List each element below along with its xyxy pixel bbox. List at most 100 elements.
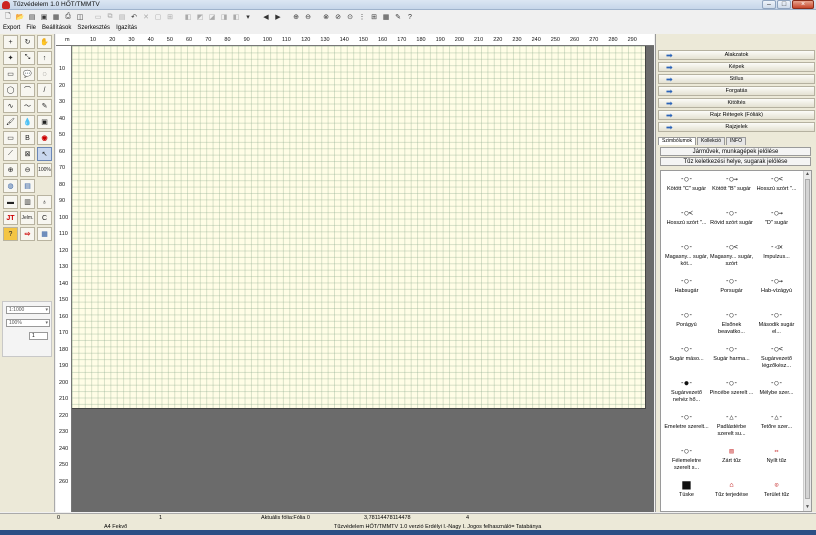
- table-icon[interactable]: ▦: [381, 12, 391, 22]
- delete-icon[interactable]: ✕: [141, 12, 151, 22]
- zoom-in-tool-icon[interactable]: ⊕: [3, 163, 18, 177]
- scroll-up-icon[interactable]: ▲: [804, 171, 811, 178]
- paste-icon[interactable]: ▤: [117, 12, 127, 22]
- snap-icon[interactable]: ⊞: [369, 12, 379, 22]
- category-header[interactable]: Járművek, munkagépek jelölése: [660, 147, 811, 156]
- jt-icon[interactable]: JT: [3, 211, 18, 225]
- symbol-item[interactable]: -△- Padlástérbe szerelt su...: [709, 411, 754, 445]
- number-field[interactable]: 1: [29, 332, 48, 340]
- grid-icon[interactable]: ⋮: [357, 12, 367, 22]
- c-button[interactable]: C: [37, 211, 52, 225]
- symbol-item[interactable]: -○- Második sugár el...: [754, 309, 799, 343]
- menu-edit[interactable]: Szerkesztés: [77, 24, 110, 33]
- zoom-page-icon[interactable]: ⊙: [345, 12, 355, 22]
- menu-settings[interactable]: Beállítások: [42, 24, 71, 33]
- panel-section[interactable]: ➡ Alakzatok: [658, 50, 815, 60]
- ellipse-callout-icon[interactable]: ◌: [37, 67, 52, 81]
- folder-icon[interactable]: ▤: [27, 12, 37, 22]
- settings-icon[interactable]: ✎: [393, 12, 403, 22]
- cut-icon[interactable]: ▭: [93, 12, 103, 22]
- symbol-item[interactable]: -○- Rövid szórt sugár: [709, 207, 754, 241]
- undo-icon[interactable]: ↶: [129, 12, 139, 22]
- symbol-item[interactable]: -○- Porsugár: [709, 275, 754, 309]
- symbol-item[interactable]: -○→ Hab-vízágyú: [754, 275, 799, 309]
- align-icon[interactable]: ▾: [243, 12, 253, 22]
- copy-icon[interactable]: ⧉: [105, 12, 115, 22]
- vehicle-icon[interactable]: ▬: [3, 195, 18, 209]
- help-icon[interactable]: ?: [405, 12, 415, 22]
- symbol-item[interactable]: -○- Emeletre szerelt...: [664, 411, 709, 445]
- image-icon[interactable]: ▣: [37, 115, 52, 129]
- picture-icon[interactable]: ▤: [20, 179, 35, 193]
- line-icon[interactable]: /: [37, 83, 52, 97]
- panel-section[interactable]: ➡ Stílus: [658, 74, 815, 84]
- symbol-item[interactable]: -○- Félemeletre szerelt s...: [664, 445, 709, 479]
- symbol-item[interactable]: -○- Porágyú: [664, 309, 709, 343]
- open-icon[interactable]: 📂: [15, 12, 25, 22]
- menu-align[interactable]: Igazítás: [116, 24, 137, 33]
- symbol-item[interactable]: ⇔ Nyílt tűz: [754, 445, 799, 479]
- scroll-thumb[interactable]: [805, 179, 810, 499]
- symbol-item[interactable]: -◁✕ Impulzus...: [754, 241, 799, 275]
- curve-icon[interactable]: ∿: [3, 99, 18, 113]
- zoom-area-icon[interactable]: ⊗: [321, 12, 331, 22]
- drawing-canvas[interactable]: [72, 46, 646, 409]
- save-icon[interactable]: ▣: [39, 12, 49, 22]
- print-icon[interactable]: ⎙: [63, 12, 73, 22]
- symbol-item[interactable]: ▨ Zárt tűz: [709, 445, 754, 479]
- zoom-select[interactable]: 100%: [6, 319, 50, 327]
- callout-icon[interactable]: 💬: [20, 67, 35, 81]
- flip-v-icon[interactable]: ◧: [231, 12, 241, 22]
- symbol-item[interactable]: -△- Tetőre szer...: [754, 411, 799, 445]
- arrow-up-icon[interactable]: ↑: [37, 51, 52, 65]
- symbol-item[interactable]: -○- Habsugár: [664, 275, 709, 309]
- menu-export[interactable]: Export: [3, 24, 20, 33]
- panel-section[interactable]: ➡ Forgatás: [658, 86, 815, 96]
- import-icon[interactable]: ◀: [261, 12, 271, 22]
- symbol-item[interactable]: ⌂ Tűz terjedése: [709, 479, 754, 513]
- zoom-out-icon[interactable]: ⊖: [303, 12, 313, 22]
- help-tool-icon[interactable]: ?: [3, 227, 18, 241]
- crosshair-icon[interactable]: +: [3, 35, 18, 49]
- building-icon[interactable]: ▥: [20, 195, 35, 209]
- bold-text-icon[interactable]: B: [20, 131, 35, 145]
- export-tool-icon[interactable]: ⇨: [20, 227, 35, 241]
- cross-box-icon[interactable]: ⊠: [20, 147, 35, 161]
- edit-node-icon[interactable]: ⤡: [20, 51, 35, 65]
- globe-icon[interactable]: ◍: [3, 179, 18, 193]
- scroll-down-icon[interactable]: ▼: [804, 504, 811, 511]
- brush-icon[interactable]: 🖌: [3, 115, 18, 129]
- symbol-item[interactable]: -○< Magasny... sugár, szórt: [709, 241, 754, 275]
- panel-section[interactable]: ➡ Képek: [658, 62, 815, 72]
- pointer-icon[interactable]: ↖: [37, 147, 52, 161]
- arc-icon[interactable]: ⌒: [20, 83, 35, 97]
- symbol-item[interactable]: -●- Sugárvezető nehéz hő...: [664, 377, 709, 411]
- ungroup-icon[interactable]: ◧: [183, 12, 193, 22]
- preview-icon[interactable]: ◫: [75, 12, 85, 22]
- flip-h-icon[interactable]: ◨: [219, 12, 229, 22]
- jelm-button[interactable]: Jelm.: [20, 211, 35, 225]
- symbol-item[interactable]: -○- Pincébe szerelt ...: [709, 377, 754, 411]
- menu-file[interactable]: File: [26, 24, 36, 33]
- rotate-icon[interactable]: ↻: [20, 35, 35, 49]
- tab-collection[interactable]: Kollekció: [697, 137, 726, 145]
- pan-hand-icon[interactable]: ✋: [37, 35, 52, 49]
- scale-select[interactable]: 1:1000: [6, 306, 50, 314]
- fill-bucket-icon[interactable]: ◉: [37, 131, 52, 145]
- subcategory-header[interactable]: Tűz keletkezési helye, sugarak jelölése: [660, 157, 811, 166]
- rectangle-icon[interactable]: ▭: [3, 67, 18, 81]
- symbol-item[interactable]: -○→ "D" sugár: [754, 207, 799, 241]
- symbol-item[interactable]: -○- Mélybe szer...: [754, 377, 799, 411]
- symbol-scrollbar[interactable]: ▲ ▼: [803, 171, 811, 511]
- symbol-item[interactable]: -○- Sugár máso...: [664, 343, 709, 377]
- freehand-icon[interactable]: 〜: [20, 99, 35, 113]
- panel-section[interactable]: ➡ Kitöltés: [658, 98, 815, 108]
- symbol-item[interactable]: -○- Sugár harma...: [709, 343, 754, 377]
- panel-section[interactable]: ➡ Rajz Rétegek (Fóliák): [658, 110, 815, 120]
- panel-tool-icon[interactable]: ▦: [37, 227, 52, 241]
- symbol-item[interactable]: -○→ Kötött "B" sugár: [709, 173, 754, 207]
- symbol-item[interactable]: -○- Magasny... sugár, köt...: [664, 241, 709, 275]
- drop-icon[interactable]: 💧: [20, 115, 35, 129]
- export-icon[interactable]: ▶: [273, 12, 283, 22]
- tab-info[interactable]: INFO: [726, 137, 746, 145]
